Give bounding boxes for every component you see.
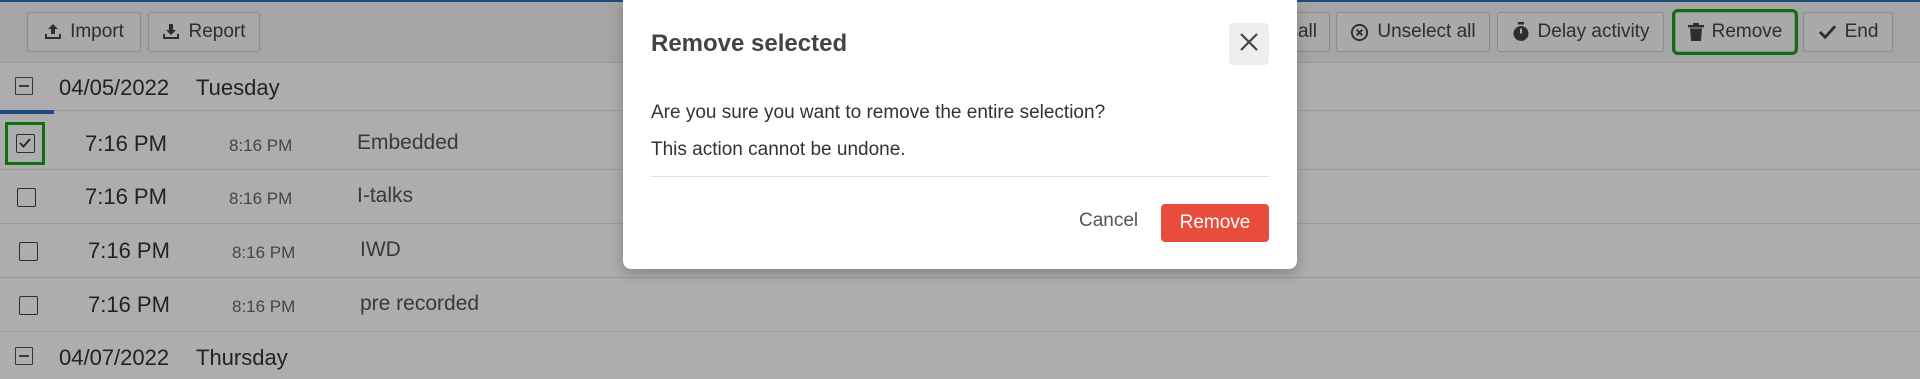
confirm-remove-label: Remove [1179, 212, 1251, 233]
dialog-divider [651, 176, 1269, 177]
remove-dialog: Remove selected Are you sure you want to… [623, 0, 1297, 269]
close-icon [1239, 32, 1259, 57]
dialog-warning: This action cannot be undone. [651, 139, 906, 160]
dialog-title: Remove selected [651, 30, 848, 57]
confirm-remove-button[interactable]: Remove [1161, 204, 1269, 242]
cancel-button[interactable]: Cancel [1079, 210, 1138, 232]
dialog-close-button[interactable] [1229, 23, 1269, 65]
dialog-message: Are you sure you want to remove the enti… [651, 102, 1106, 123]
